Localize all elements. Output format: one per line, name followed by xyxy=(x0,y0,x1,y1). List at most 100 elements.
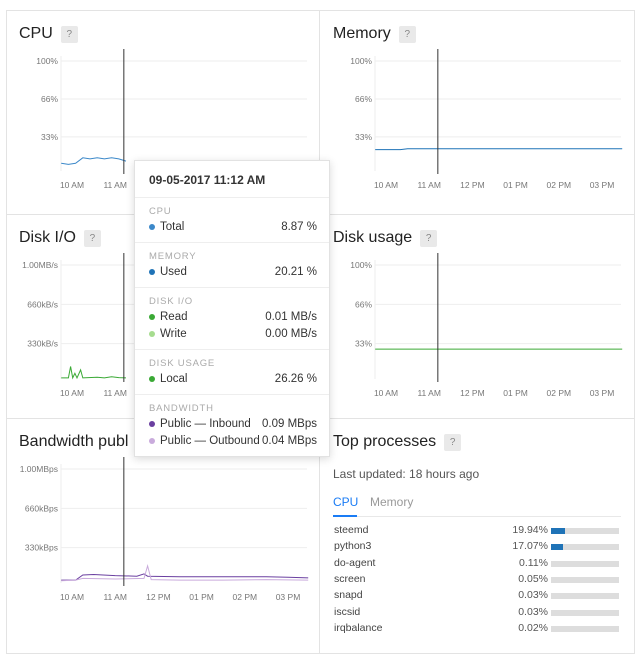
process-row: python3 17.07% xyxy=(334,540,620,554)
process-row: iscsid 0.03% xyxy=(334,606,620,620)
x-tick-label: 01 PM xyxy=(503,388,528,398)
tooltip-section-label: MEMORY xyxy=(149,251,197,262)
x-tick-label: 02 PM xyxy=(547,180,572,190)
process-name: python3 xyxy=(334,540,372,553)
process-usage-bar xyxy=(551,609,619,616)
tooltip-date: 09-05-2017 11:12 AM xyxy=(149,173,266,187)
process-usage-fill xyxy=(551,544,563,551)
x-tick-label: 02 PM xyxy=(547,388,572,398)
tooltip-section-label: BANDWIDTH xyxy=(149,403,214,414)
tooltip-row: Public — Inbound 0.09 MBps xyxy=(149,418,317,430)
series-line-disk_read xyxy=(61,366,127,380)
y-tick-label: 660kBps xyxy=(25,503,58,513)
tooltip-divider xyxy=(135,394,329,395)
process-usage-bar xyxy=(551,576,619,583)
process-percent: 17.07% xyxy=(512,540,548,553)
tooltip-row: Used 20.21 % xyxy=(149,266,317,278)
process-usage-bar xyxy=(551,544,619,551)
x-tick-label: 03 PM xyxy=(590,180,615,190)
tooltip-section-label: DISK USAGE xyxy=(149,358,216,369)
x-tick-label: 11 AM xyxy=(417,388,440,398)
y-tick-label: 66% xyxy=(41,94,58,104)
x-tick-label: 11 AM xyxy=(103,592,126,602)
process-name: screen xyxy=(334,572,366,585)
process-percent: 19.94% xyxy=(512,524,548,536)
process-usage-bar xyxy=(551,593,619,600)
y-tick-label: 100% xyxy=(350,56,372,66)
y-tick-label: 330kBps xyxy=(25,543,58,553)
y-tick-label: 1.00MBps xyxy=(20,464,58,474)
process-usage-bar xyxy=(551,528,619,534)
tooltip-divider xyxy=(135,287,329,288)
tooltip-row: Public — Outbound 0.04 MBps xyxy=(149,435,317,447)
y-tick-label: 33% xyxy=(355,132,372,142)
process-name: steemd xyxy=(334,524,369,536)
tooltip-row: Local 26.26 % xyxy=(149,373,317,385)
x-tick-label: 12 PM xyxy=(146,592,171,602)
process-row: irqbalance 0.02% xyxy=(334,622,620,636)
x-tick-label: 10 AM xyxy=(60,592,84,602)
y-tick-label: 100% xyxy=(350,260,372,270)
process-usage-fill xyxy=(551,528,565,534)
tooltip-section-label: DISK I/O xyxy=(149,296,193,307)
series-line-cpu xyxy=(61,157,127,165)
y-tick-label: 660kB/s xyxy=(27,299,58,309)
tooltip-row-name: Used xyxy=(149,266,187,278)
x-tick-label: 10 AM xyxy=(60,180,84,190)
tooltip-row-name: Read xyxy=(149,311,188,323)
x-tick-label: 03 PM xyxy=(590,388,615,398)
y-tick-label: 330kB/s xyxy=(27,339,58,349)
tooltip-row-value: 8.87 % xyxy=(281,221,317,233)
tooltip-row-value: 0.00 MB/s xyxy=(265,328,317,340)
process-percent: 0.03% xyxy=(518,605,548,618)
tooltip-divider xyxy=(135,242,329,243)
process-percent: 0.05% xyxy=(518,572,548,585)
tooltip-row-name: Local xyxy=(149,373,188,385)
tooltip-row-name: Public — Inbound xyxy=(149,418,251,430)
y-tick-label: 100% xyxy=(36,56,58,66)
tooltip-section-label: CPU xyxy=(149,206,172,217)
tooltip-divider xyxy=(135,197,329,198)
legend-dot-icon xyxy=(149,437,155,444)
tab-memory[interactable]: Memory xyxy=(370,495,413,509)
y-tick-label: 66% xyxy=(355,94,372,104)
tooltip-row-name: Write xyxy=(149,328,187,340)
process-usage-bar xyxy=(551,625,619,632)
active-tab-indicator xyxy=(333,515,357,517)
process-row: screen 0.05% xyxy=(334,573,620,587)
tooltip-row: Write 0.00 MB/s xyxy=(149,328,317,340)
legend-dot-icon xyxy=(149,223,155,230)
tooltip-row-value: 0.04 MBps xyxy=(262,435,317,447)
legend-dot-icon xyxy=(149,375,155,382)
legend-dot-icon xyxy=(149,330,155,337)
process-percent: 0.11% xyxy=(519,556,548,569)
series-line-memory xyxy=(375,148,623,151)
process-name: iscsid xyxy=(334,605,361,618)
x-tick-label: 12 PM xyxy=(460,388,485,398)
tab-cpu[interactable]: CPU xyxy=(333,495,358,509)
y-tick-label: 33% xyxy=(41,132,58,142)
legend-dot-icon xyxy=(149,420,155,427)
process-name: do-agent xyxy=(334,556,376,569)
tooltip-row-value: 0.01 MB/s xyxy=(265,311,317,323)
tooltip-row-name: Total xyxy=(149,221,184,233)
process-name: irqbalance xyxy=(334,621,383,634)
tooltip-divider xyxy=(135,349,329,350)
x-tick-label: 01 PM xyxy=(503,180,528,190)
tooltip: 09-05-2017 11:12 AM CPU Total 8.87 % MEMORY… xyxy=(134,160,330,457)
last-updated: Last updated: 18 hours ago xyxy=(333,467,480,481)
x-tick-label: 11 AM xyxy=(103,180,126,190)
process-row: snapd 0.03% xyxy=(334,589,620,603)
y-tick-label: 1.00MB/s xyxy=(22,260,58,270)
x-tick-label: 11 AM xyxy=(417,180,440,190)
tabs-divider xyxy=(333,516,621,517)
legend-dot-icon xyxy=(149,313,155,320)
x-tick-label: 10 AM xyxy=(60,388,84,398)
tooltip-row-value: 0.09 MBps xyxy=(262,418,317,430)
process-name: snapd xyxy=(334,589,363,602)
x-tick-label: 02 PM xyxy=(233,592,258,602)
x-tick-label: 03 PM xyxy=(276,592,301,602)
process-percent: 0.03% xyxy=(518,589,548,602)
series-line-outbound xyxy=(61,564,309,582)
y-tick-label: 66% xyxy=(355,299,372,309)
